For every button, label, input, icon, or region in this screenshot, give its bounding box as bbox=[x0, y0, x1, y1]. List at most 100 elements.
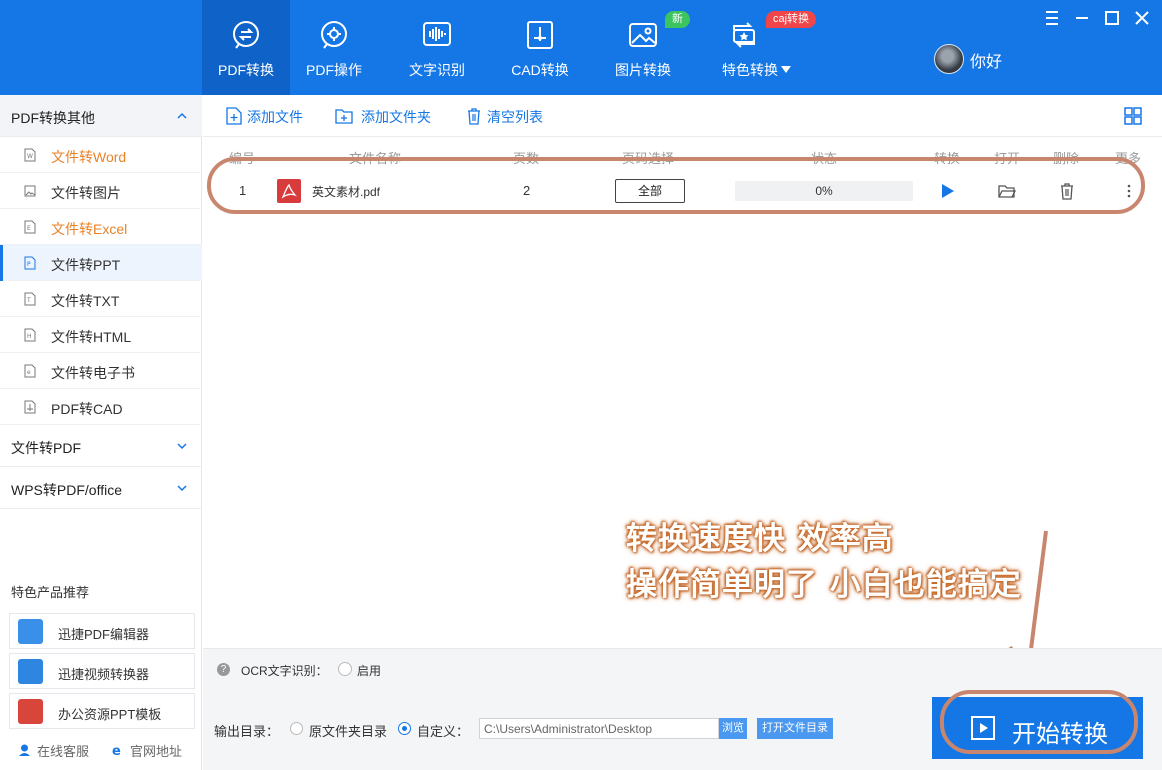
clear-list-label: 清空列表 bbox=[487, 109, 543, 125]
excel-file-icon: E bbox=[24, 220, 36, 234]
avatar bbox=[934, 44, 964, 74]
word-file-icon: W bbox=[24, 148, 36, 162]
help-icon[interactable]: ? bbox=[217, 663, 230, 676]
special-icon bbox=[733, 22, 755, 48]
video-converter-icon bbox=[18, 659, 43, 684]
cad-file-icon bbox=[24, 400, 36, 414]
online-service-link[interactable]: 在线客服 bbox=[37, 741, 89, 760]
sidebar-group-label: WPS转PDF/office bbox=[11, 482, 122, 498]
sidebar-item-to-html[interactable]: H 文件转HTML bbox=[0, 317, 202, 353]
add-folder-icon bbox=[335, 109, 353, 124]
sidebar-item-label: 文件转TXT bbox=[51, 293, 120, 309]
sidebar-item-to-ppt[interactable]: P 文件转PPT bbox=[0, 245, 202, 281]
ocr-label: OCR文字识别： bbox=[241, 664, 328, 678]
delete-icon[interactable] bbox=[1058, 182, 1076, 200]
sidebar-item-label: 文件转Excel bbox=[51, 221, 128, 237]
customer-service-icon bbox=[19, 744, 30, 756]
file-table-header: 编号 文件名称 页数 页码选择 状态 转换 打开 删除 更多 bbox=[203, 137, 1162, 173]
nav-label: PDF转换 bbox=[218, 62, 274, 78]
browse-button[interactable]: 浏览 bbox=[719, 718, 747, 739]
sidebar-group-label: PDF转换其他 bbox=[11, 110, 95, 126]
maximize-icon[interactable] bbox=[1102, 8, 1122, 28]
close-icon[interactable] bbox=[1132, 8, 1152, 28]
svg-text:E: E bbox=[27, 225, 31, 232]
recommend-label: 办公资源PPT模板 bbox=[58, 707, 162, 722]
svg-text:e: e bbox=[112, 744, 121, 756]
nav-label: 特色转换 bbox=[722, 62, 778, 78]
more-options-icon[interactable] bbox=[1120, 182, 1138, 200]
add-file-icon bbox=[226, 107, 242, 125]
sidebar-item-label: 文件转图片 bbox=[51, 185, 121, 201]
output-label: 输出目录： bbox=[214, 724, 280, 739]
pdf-operate-icon bbox=[321, 21, 347, 49]
sidebar-group-pdf-other[interactable]: PDF转换其他 bbox=[0, 95, 202, 137]
sidebar-item-to-excel[interactable]: E 文件转Excel bbox=[0, 209, 202, 245]
recommend-video-converter[interactable]: 迅捷视频转换器 bbox=[9, 653, 195, 689]
original-folder-label: 原文件夹目录 bbox=[309, 724, 388, 739]
table-row: 1 英文素材.pdf 2 全部 0% bbox=[203, 173, 1162, 211]
menu-icon[interactable] bbox=[1042, 8, 1062, 28]
sidebar-group-wps[interactable]: WPS转PDF/office bbox=[0, 467, 202, 509]
column-header-open: 打开 bbox=[994, 151, 1021, 166]
play-icon[interactable] bbox=[938, 182, 956, 200]
sidebar-group-label: 文件转PDF bbox=[11, 440, 81, 456]
minimize-icon[interactable] bbox=[1072, 8, 1092, 28]
column-header-status: 状态 bbox=[811, 151, 838, 166]
sidebar-item-to-image[interactable]: 文件转图片 bbox=[0, 173, 202, 209]
play-box-icon bbox=[971, 716, 995, 740]
column-header-more: 更多 bbox=[1115, 151, 1142, 166]
nav-tab-cad[interactable]: CAD转换 bbox=[496, 0, 584, 95]
page-select-dropdown[interactable]: 全部 bbox=[615, 179, 685, 203]
html-file-icon: H bbox=[24, 328, 36, 342]
recommend-ppt-template[interactable]: 办公资源PPT模板 bbox=[9, 693, 195, 729]
sidebar-item-label: 文件转Word bbox=[51, 149, 127, 165]
sidebar-item-to-word[interactable]: W 文件转Word bbox=[0, 137, 202, 173]
sidebar-item-label: PDF转CAD bbox=[51, 401, 123, 417]
svg-text:T: T bbox=[26, 297, 31, 304]
column-header-page-select: 页码选择 bbox=[622, 151, 675, 166]
sidebar-item-to-ebook[interactable]: e 文件转电子书 bbox=[0, 353, 202, 389]
column-header-name: 文件名称 bbox=[349, 151, 402, 166]
recommend-title: 特色产品推荐 bbox=[11, 585, 90, 600]
ocr-enable-label: 启用 bbox=[357, 664, 382, 678]
start-convert-button[interactable]: 开始转换 bbox=[932, 697, 1143, 759]
column-header-delete: 删除 bbox=[1053, 151, 1080, 166]
custom-folder-label: 自定义： bbox=[417, 724, 470, 739]
website-link[interactable]: 官网地址 bbox=[130, 741, 182, 760]
svg-text:H: H bbox=[27, 333, 32, 340]
custom-folder-radio[interactable] bbox=[398, 722, 411, 735]
open-output-folder-button[interactable]: 打开文件目录 bbox=[757, 718, 833, 739]
sidebar-group-file-to-pdf[interactable]: 文件转PDF bbox=[0, 425, 202, 467]
open-folder-icon[interactable] bbox=[998, 182, 1016, 200]
dropdown-caret-icon bbox=[781, 66, 791, 73]
sidebar-item-label: 文件转PPT bbox=[51, 257, 121, 273]
nav-tab-pdf-operate[interactable]: PDF操作 bbox=[290, 0, 378, 95]
sidebar-item-label: 文件转HTML bbox=[51, 329, 132, 345]
nav-label: CAD转换 bbox=[511, 62, 569, 78]
sidebar-item-pdf-to-cad[interactable]: PDF转CAD bbox=[0, 389, 202, 425]
top-navigation-bar: PDF转换 PDF操作 文字识别 CAD转换 图片转换 新 特色转换 caj转换… bbox=[0, 0, 1162, 95]
promo-line-2: 操作简单明了 小白也能搞定 bbox=[626, 567, 1022, 603]
chevron-down-icon bbox=[177, 443, 187, 450]
svg-text:e: e bbox=[27, 369, 31, 376]
nav-tab-ocr[interactable]: 文字识别 bbox=[393, 0, 481, 95]
grid-view-icon[interactable] bbox=[1123, 106, 1143, 126]
ocr-enable-checkbox[interactable] bbox=[338, 662, 352, 676]
original-folder-radio[interactable] bbox=[290, 722, 303, 735]
ebook-file-icon: e bbox=[24, 364, 36, 378]
caj-badge: caj转换 bbox=[766, 11, 817, 28]
ie-browser-icon: e bbox=[112, 744, 121, 756]
file-toolbar: 添加文件 添加文件夹 清空列表 bbox=[203, 95, 1162, 137]
promo-line-1: 转换速度快 效率高 bbox=[626, 521, 894, 557]
nav-tab-pdf-convert[interactable]: PDF转换 bbox=[202, 0, 290, 95]
sidebar-item-to-txt[interactable]: T 文件转TXT bbox=[0, 281, 202, 317]
output-path-input[interactable] bbox=[479, 718, 719, 739]
nav-label: PDF操作 bbox=[306, 62, 362, 78]
nav-label: 图片转换 bbox=[615, 62, 671, 78]
column-header-index: 编号 bbox=[229, 151, 256, 166]
start-convert-label: 开始转换 bbox=[1012, 721, 1108, 748]
user-name: 你好 bbox=[970, 54, 1003, 71]
ppt-template-icon bbox=[18, 699, 43, 724]
add-file-label: 添加文件 bbox=[247, 109, 303, 125]
recommend-pdf-editor[interactable]: 迅捷PDF编辑器 bbox=[9, 613, 195, 649]
